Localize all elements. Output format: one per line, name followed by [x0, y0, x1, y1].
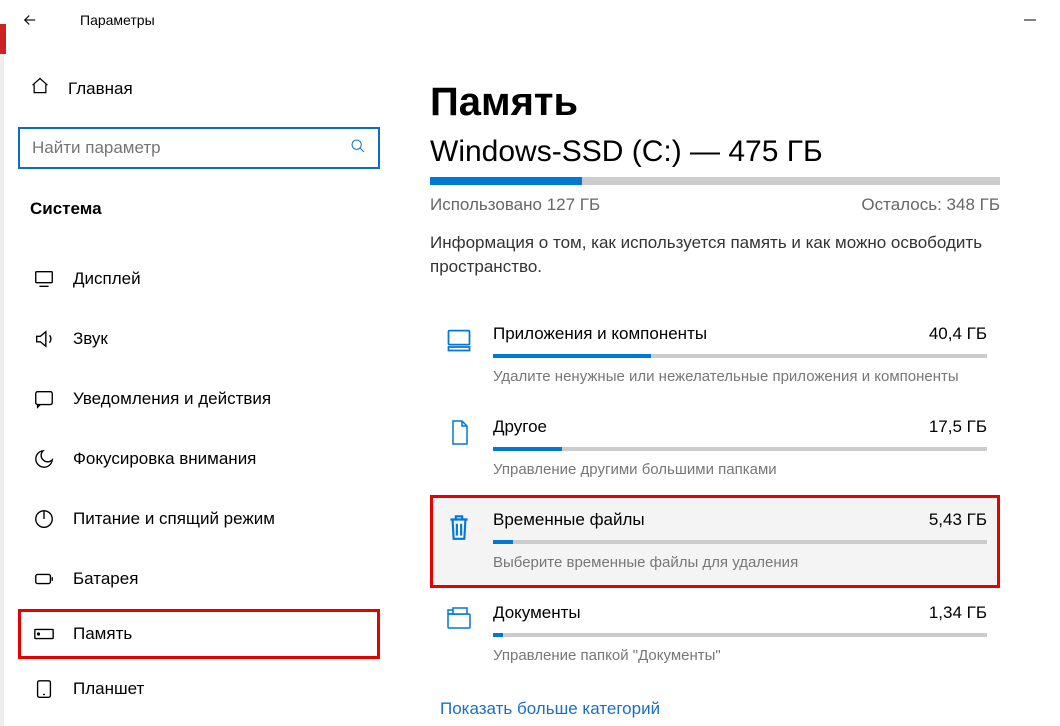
category-size: 1,34 ГБ: [929, 603, 987, 623]
sidebar-item-sound[interactable]: Звук: [18, 309, 380, 369]
display-icon: [33, 268, 55, 290]
notify-icon: [33, 388, 55, 410]
content: Память Windows-SSD (C:) — 475 ГБ Использ…: [410, 40, 1060, 726]
sidebar-item-label: Планшет: [73, 679, 144, 699]
free-label: Осталось: 348 ГБ: [861, 195, 1000, 215]
category-bar-fill: [493, 447, 562, 451]
temp-icon: [443, 510, 475, 571]
apps-icon: [443, 324, 475, 385]
other-icon: [443, 417, 475, 478]
sidebar-item-label: Дисплей: [73, 269, 141, 289]
category-name: Временные файлы: [493, 510, 645, 530]
battery-icon: [33, 568, 55, 590]
sidebar-nav-list: Дисплей Звук Уведомления и действия Фокусир…: [18, 249, 380, 719]
sidebar-item-battery[interactable]: Батарея: [18, 549, 380, 609]
category-hint: Управление папкой "Документы": [493, 647, 987, 664]
window-title: Параметры: [50, 12, 155, 28]
total-usage-bar: [430, 177, 1000, 185]
usage-labels: Использовано 127 ГБ Осталось: 348 ГБ: [430, 195, 1000, 215]
search-icon: [350, 138, 366, 159]
category-other[interactable]: Другое 17,5 ГБ Управление другими большими…: [430, 402, 1000, 495]
sidebar-item-power[interactable]: Питание и спящий режим: [18, 489, 380, 549]
category-bar: [493, 540, 987, 544]
home-icon: [30, 76, 50, 101]
sidebar-item-label: Память: [73, 624, 132, 644]
sidebar-item-display[interactable]: Дисплей: [18, 249, 380, 309]
show-more-link[interactable]: Показать больше категорий: [430, 681, 1000, 726]
sidebar-item-focus[interactable]: Фокусировка внимания: [18, 429, 380, 489]
sidebar-home-label: Главная: [68, 79, 133, 99]
page-description: Информация о том, как используется памят…: [430, 231, 1000, 279]
total-usage-fill: [430, 177, 582, 185]
category-hint: Управление другими большими папками: [493, 461, 987, 478]
focus-icon: [33, 448, 55, 470]
sidebar-item-tablet[interactable]: Планшет: [18, 659, 380, 719]
page-title: Память: [430, 80, 1000, 125]
power-icon: [33, 508, 55, 530]
category-bar: [493, 633, 987, 637]
drive-line: Windows-SSD (C:) — 475 ГБ: [430, 135, 1000, 169]
sidebar-item-label: Фокусировка внимания: [73, 449, 256, 469]
search-input-wrapper[interactable]: [18, 127, 380, 169]
category-bar-fill: [493, 540, 513, 544]
category-size: 17,5 ГБ: [929, 417, 987, 437]
sidebar-item-storage[interactable]: Память: [18, 609, 380, 659]
back-button[interactable]: [10, 4, 50, 36]
titlebar: Параметры: [0, 0, 1060, 40]
search-input[interactable]: [32, 138, 350, 158]
sidebar-item-label: Батарея: [73, 569, 138, 589]
category-size: 40,4 ГБ: [929, 324, 987, 344]
category-docs[interactable]: Документы 1,34 ГБ Управление папкой "Докум…: [430, 588, 1000, 681]
sidebar-item-label: Питание и спящий режим: [73, 509, 275, 529]
sidebar-item-notify[interactable]: Уведомления и действия: [18, 369, 380, 429]
category-bar-fill: [493, 633, 503, 637]
docs-icon: [443, 603, 475, 664]
category-name: Другое: [493, 417, 547, 437]
category-temp[interactable]: Временные файлы 5,43 ГБ Выберите временные…: [430, 495, 1000, 588]
category-name: Документы: [493, 603, 581, 623]
category-bar: [493, 354, 987, 358]
sidebar: Главная Система Дисплей Звук Уведомления и…: [0, 40, 410, 726]
category-hint: Выберите временные файлы для удаления: [493, 554, 987, 571]
category-hint: Удалите ненужные или нежелательные прило…: [493, 368, 987, 385]
category-list: Приложения и компоненты 40,4 ГБ Удалите не…: [430, 309, 1000, 681]
category-bar: [493, 447, 987, 451]
category-apps[interactable]: Приложения и компоненты 40,4 ГБ Удалите не…: [430, 309, 1000, 402]
category-bar-fill: [493, 354, 651, 358]
sound-icon: [33, 328, 55, 350]
sidebar-home[interactable]: Главная: [18, 70, 380, 107]
storage-icon: [33, 623, 55, 645]
sidebar-section-label: Система: [18, 199, 380, 219]
minimize-button[interactable]: [1010, 4, 1050, 36]
sidebar-item-label: Звук: [73, 329, 108, 349]
used-label: Использовано 127 ГБ: [430, 195, 600, 215]
tablet-icon: [33, 678, 55, 700]
sidebar-item-label: Уведомления и действия: [73, 389, 271, 409]
category-name: Приложения и компоненты: [493, 324, 707, 344]
category-size: 5,43 ГБ: [929, 510, 987, 530]
